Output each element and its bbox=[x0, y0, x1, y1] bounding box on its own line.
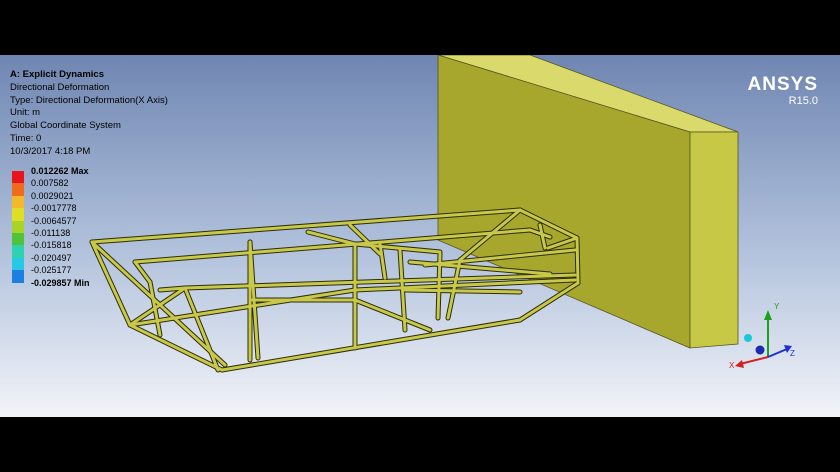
chassis-frame[interactable] bbox=[89, 207, 581, 373]
legend-swatch bbox=[12, 245, 24, 258]
legend-swatch bbox=[12, 195, 24, 209]
ansys-logo: ANSYS R15.0 bbox=[748, 75, 818, 108]
legend-swatch bbox=[12, 270, 24, 283]
legend-label: 0.012262 Max bbox=[31, 166, 89, 176]
coordinate-triad: Y X Z bbox=[729, 302, 795, 370]
frame-tube bbox=[353, 298, 432, 332]
legend-label: -0.020497 bbox=[31, 252, 72, 263]
legend-label: -0.029857 Min bbox=[31, 277, 90, 288]
frame-tube bbox=[403, 288, 522, 294]
legend-swatch bbox=[12, 171, 24, 184]
triad-y-label: Y bbox=[774, 302, 780, 311]
legend-label: -0.015818 bbox=[31, 240, 72, 251]
legend-label: -0.0017778 bbox=[31, 203, 77, 214]
graphics-viewport[interactable]: Y X Z A: Explicit Dynamics Directional D… bbox=[0, 55, 840, 417]
result-info-block: A: Explicit Dynamics Directional Deforma… bbox=[10, 69, 168, 159]
analysis-title: A: Explicit Dynamics bbox=[10, 69, 104, 80]
frame-tube bbox=[353, 242, 442, 254]
legend-swatch bbox=[12, 208, 24, 221]
legend-label: -0.025177 bbox=[31, 265, 72, 276]
brand-name: ANSYS bbox=[747, 74, 818, 95]
coordinate-system: Global Coordinate System bbox=[10, 120, 121, 132]
legend-label: 0.0029021 bbox=[31, 190, 74, 201]
triad-z-label: Z bbox=[790, 349, 795, 358]
frame-tube bbox=[518, 281, 580, 322]
result-date: 10/3/2017 4:18 PM bbox=[10, 145, 91, 157]
legend-label: -0.0064577 bbox=[31, 215, 77, 226]
legend-label: 0.007582 bbox=[31, 178, 69, 189]
result-name: Directional Deformation bbox=[10, 81, 110, 93]
frame-tube bbox=[90, 240, 132, 327]
result-unit: Unit: m bbox=[10, 107, 41, 119]
legend-swatch bbox=[12, 220, 24, 233]
wall-side-face bbox=[437, 55, 691, 349]
legend-swatch bbox=[12, 232, 24, 246]
result-time: Time: 0 bbox=[10, 132, 42, 144]
frame-tube bbox=[306, 230, 357, 246]
legend-swatch bbox=[12, 257, 24, 271]
wall-front-face bbox=[689, 131, 739, 349]
frame-tube bbox=[575, 236, 580, 285]
result-type: Type: Directional Deformation(X Axis) bbox=[10, 94, 168, 106]
frame-tube bbox=[133, 260, 152, 284]
frame-tube bbox=[220, 318, 522, 372]
legend-swatch bbox=[12, 183, 24, 196]
legend-label: -0.011138 bbox=[31, 227, 71, 238]
triad-x-label: X bbox=[729, 361, 735, 370]
brand-version: R15.0 bbox=[788, 95, 818, 107]
rigid-wall[interactable] bbox=[437, 55, 739, 349]
